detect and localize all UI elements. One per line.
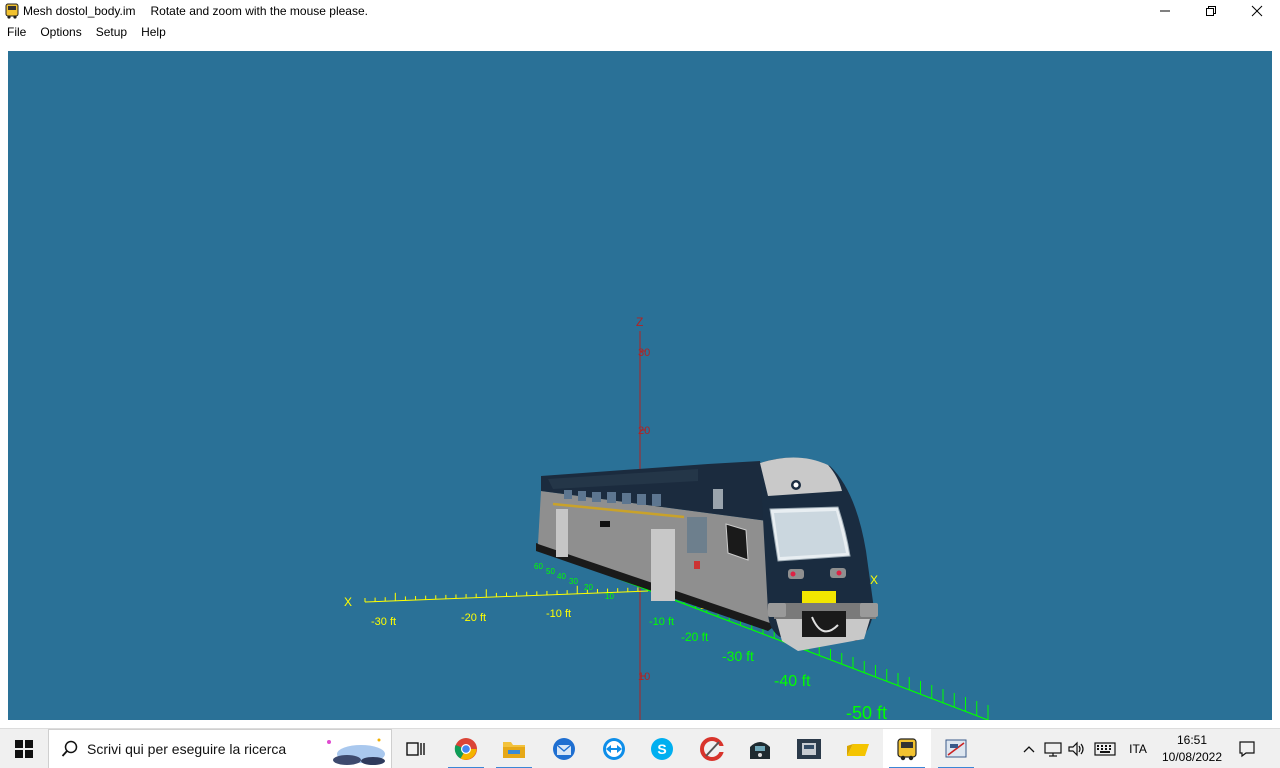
y-tick-minus10: -10 ft <box>649 616 674 628</box>
svg-text:40: 40 <box>557 572 566 581</box>
taskbar: Scrivi qui per eseguire la ricerca S ITA… <box>0 728 1280 768</box>
keyboard-icon <box>1094 742 1116 756</box>
restore-icon <box>1206 6 1216 16</box>
svg-text:50: 50 <box>546 567 555 576</box>
svg-text:S: S <box>657 741 666 757</box>
svg-text:30: 30 <box>569 577 578 586</box>
menu-setup[interactable]: Setup <box>89 22 134 42</box>
y-tick-minus20: -20 ft <box>681 630 709 644</box>
svg-text:60: 60 <box>534 562 543 571</box>
skype-icon: S <box>651 738 673 760</box>
taskbar-thunderbird[interactable] <box>540 729 588 768</box>
taskbar-skype[interactable]: S <box>638 729 686 768</box>
x-axis-label-right: X <box>870 573 878 587</box>
tray-language[interactable]: ITA <box>1124 729 1152 768</box>
x-tick-minus20: -20 ft <box>461 612 486 624</box>
tray-network[interactable] <box>1042 729 1064 768</box>
y-tick-minus40: -40 ft <box>774 673 811 690</box>
close-button[interactable] <box>1234 0 1280 22</box>
y-tick-minus50: -50 ft <box>846 703 887 720</box>
minimize-icon <box>1160 10 1170 12</box>
tray-overflow-button[interactable] <box>1018 729 1040 768</box>
task-view-button[interactable] <box>392 729 440 768</box>
chevron-up-icon <box>1023 746 1035 753</box>
menu-help[interactable]: Help <box>134 22 173 42</box>
clock-time: 16:51 <box>1176 733 1208 747</box>
x-tick-minus30: -30 ft <box>371 616 396 628</box>
mesh-viewer-icon <box>897 738 917 761</box>
taskbar-shape-viewer[interactable] <box>932 729 980 768</box>
taskbar-mesh-viewer[interactable] <box>883 729 931 768</box>
minimize-button[interactable] <box>1142 0 1188 22</box>
search-icon <box>61 740 78 757</box>
tray-volume[interactable] <box>1066 729 1088 768</box>
task-view-icon <box>406 742 425 756</box>
close-icon <box>1251 5 1263 17</box>
taskbar-chrome[interactable] <box>442 729 490 768</box>
search-box[interactable]: Scrivi qui per eseguire la ricerca <box>48 729 392 768</box>
chrome-icon <box>454 738 477 760</box>
notification-center-button[interactable] <box>1232 729 1262 768</box>
z-tick-20: 20 <box>638 425 650 437</box>
menu-file[interactable]: File <box>0 22 33 42</box>
bus-app-icon <box>5 3 19 19</box>
notification-icon <box>1239 741 1255 758</box>
search-highlight-art-icon <box>317 734 389 766</box>
teamviewer-icon <box>603 738 625 760</box>
folder-app-icon <box>847 744 869 756</box>
restore-button[interactable] <box>1188 0 1234 22</box>
y-tick-minus30: -30 ft <box>722 648 754 664</box>
taskbar-clock[interactable]: 16:51 10/08/2022 <box>1156 729 1228 768</box>
taskbar-train-app[interactable] <box>736 729 784 768</box>
menu-options[interactable]: Options <box>33 22 88 42</box>
window-message: Rotate and zoom with the mouse please. <box>150 4 368 18</box>
3d-viewport[interactable]: Z 30 20 10 X X -30 ft -20 ft -10 ft 10 f… <box>8 51 1272 720</box>
clock-date: 10/08/2022 <box>1161 750 1223 764</box>
ccleaner-icon <box>700 737 724 761</box>
app-window: Mesh dostol_body.im Rotate and zoom with… <box>0 0 1280 768</box>
taskbar-folder-app[interactable] <box>834 729 882 768</box>
window-title: Mesh dostol_body.im <box>23 4 136 18</box>
taskbar-train-photo[interactable] <box>785 729 833 768</box>
network-icon <box>1044 742 1062 757</box>
title-bar[interactable]: Mesh dostol_body.im Rotate and zoom with… <box>0 0 1280 22</box>
z-tick-10: 10 <box>638 671 650 683</box>
file-explorer-icon <box>503 742 525 758</box>
windows-logo-icon <box>15 740 33 758</box>
z-tick-30: 30 <box>638 347 650 359</box>
taskbar-ccleaner[interactable] <box>688 729 736 768</box>
menu-bar: File Options Setup Help <box>0 22 1280 42</box>
taskbar-file-explorer[interactable] <box>490 729 538 768</box>
volume-icon <box>1068 741 1084 757</box>
train-mesh-model <box>536 457 878 651</box>
z-axis-label: Z <box>636 315 643 329</box>
start-button[interactable] <box>0 729 48 768</box>
search-placeholder: Scrivi qui per eseguire la ricerca <box>87 741 287 757</box>
svg-text:20: 20 <box>584 583 593 592</box>
x-tick-minus10: -10 ft <box>546 608 571 620</box>
svg-text:10: 10 <box>605 592 614 601</box>
thunderbird-icon <box>553 738 575 760</box>
taskbar-teamviewer[interactable] <box>590 729 638 768</box>
train-app-icon <box>750 742 770 759</box>
train-photo-icon <box>797 739 821 759</box>
shape-viewer-icon <box>945 739 967 758</box>
x-axis-label-left: X <box>344 595 352 609</box>
tray-keyboard[interactable] <box>1092 729 1118 768</box>
